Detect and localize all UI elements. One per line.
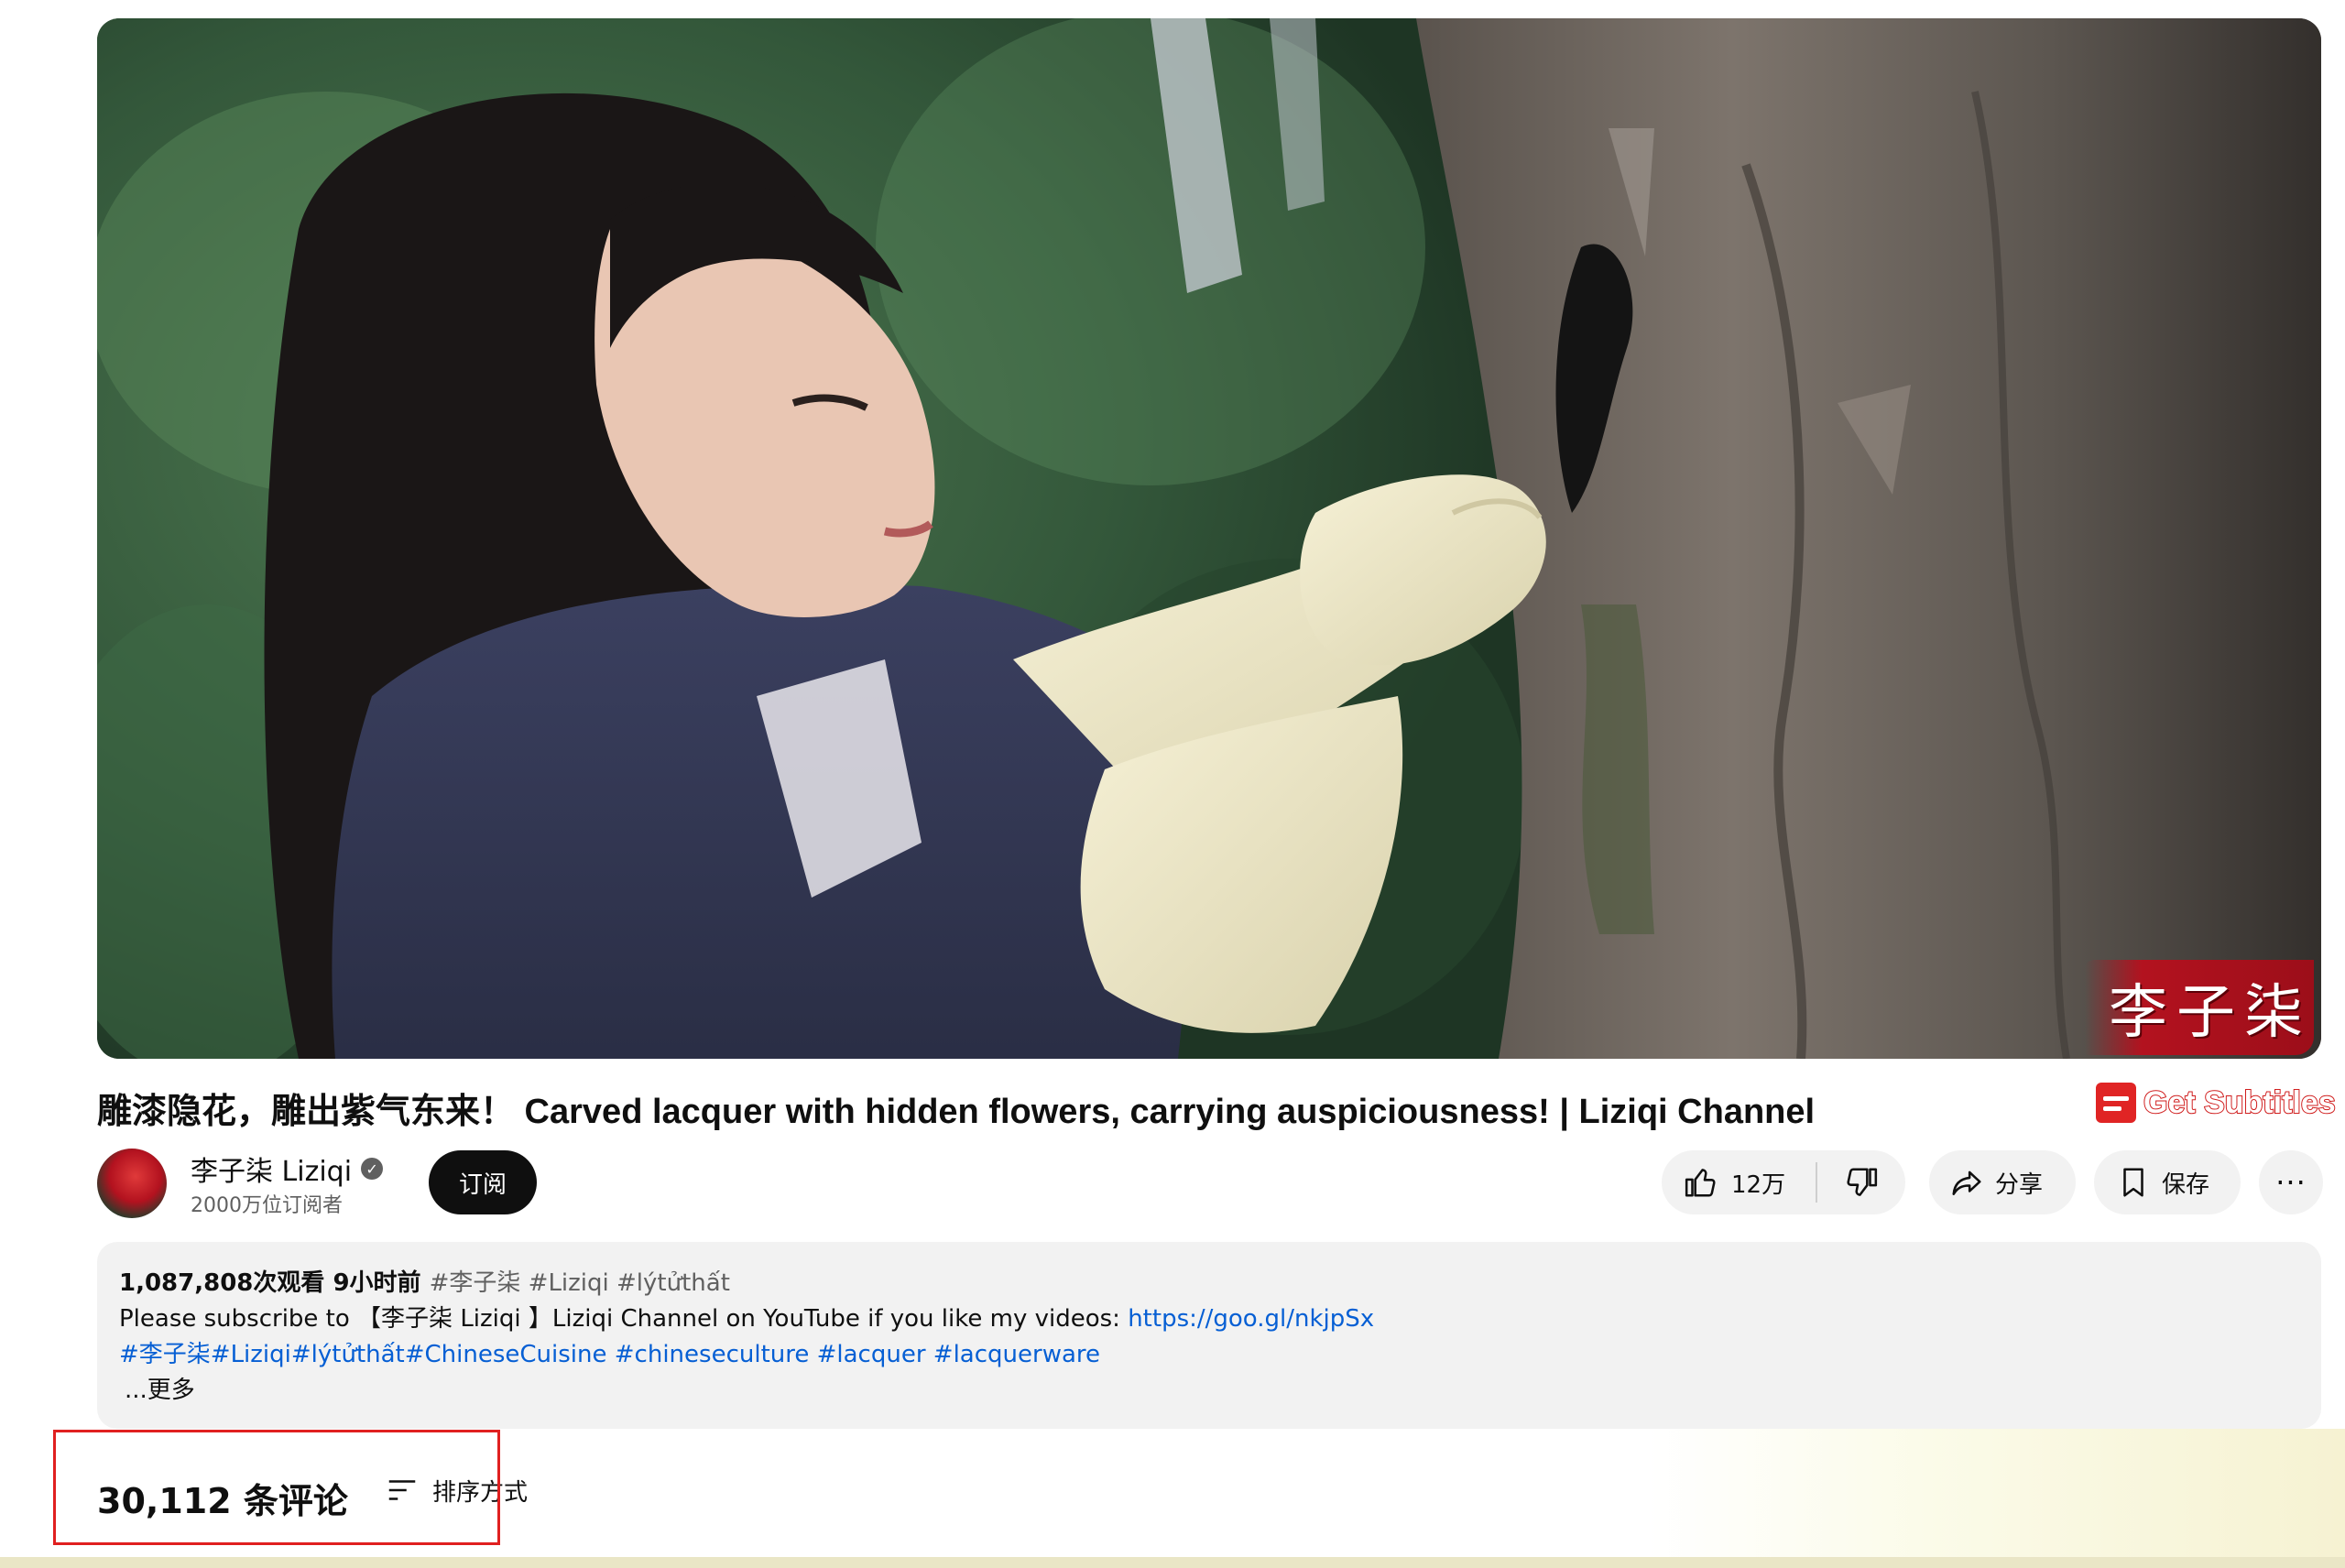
save-button[interactable]: 保存 xyxy=(2094,1150,2241,1214)
bottom-strip xyxy=(0,1557,2345,1568)
channel-watermark: 李子柒 xyxy=(2085,960,2314,1055)
description-meta: 1,087,808次观看 9小时前 #李子柒 #Liziqi #lýtửthất xyxy=(119,1266,2299,1301)
like-dislike-group: 12万 xyxy=(1662,1150,1905,1214)
like-button[interactable]: 12万 xyxy=(1662,1150,1816,1214)
video-player[interactable]: 李子柒 xyxy=(97,18,2321,1059)
description-link[interactable]: https://goo.gl/nkjpSx xyxy=(1128,1305,1374,1333)
watermark-text: 李子柒 xyxy=(2109,979,2312,1047)
thumbs-down-icon xyxy=(1847,1168,1878,1196)
get-subtitles-label: Get Subtitles xyxy=(2143,1084,2337,1121)
upload-time: 9小时前 xyxy=(333,1269,421,1297)
subscribe-button[interactable]: 订阅 xyxy=(429,1150,537,1214)
video-frame xyxy=(97,18,2321,1059)
verified-icon: ✓ xyxy=(361,1158,384,1180)
bookmark-icon xyxy=(2123,1168,2143,1197)
save-label: 保存 xyxy=(2162,1171,2210,1199)
like-count: 12万 xyxy=(1731,1171,1786,1199)
more-icon: ··· xyxy=(2275,1165,2307,1200)
thumbs-up-icon xyxy=(1685,1169,1716,1197)
hashtags-top[interactable]: #李子柒 #Liziqi #lýtửthất xyxy=(430,1269,730,1297)
description-text: Please subscribe to 【李子柒 Liziqi 】Liziqi … xyxy=(119,1305,1129,1333)
comment-count-highlight xyxy=(53,1430,500,1545)
show-more-link[interactable]: ...更多 xyxy=(119,1373,2299,1409)
description-box[interactable]: 1,087,808次观看 9小时前 #李子柒 #Liziqi #lýtửthất… xyxy=(97,1242,2321,1429)
channel-avatar[interactable] xyxy=(97,1149,167,1218)
channel-name-link[interactable]: 李子柒 Liziqi ✓ xyxy=(191,1149,384,1189)
description-hashtags[interactable]: #李子柒#Liziqi#lýtửthất#ChineseCuisine #chi… xyxy=(119,1337,2299,1373)
video-title: 雕漆隐花，雕出紫气东来！ Carved lacquer with hidden … xyxy=(97,1093,1816,1131)
get-subtitles-button[interactable]: Get Subtitles xyxy=(2096,1081,2337,1125)
footer-glow xyxy=(1649,1429,2345,1568)
more-actions-button[interactable]: ··· xyxy=(2259,1150,2323,1214)
channel-name: 李子柒 Liziqi xyxy=(191,1156,353,1188)
share-button[interactable]: 分享 xyxy=(1929,1150,2076,1214)
description-line-1: Please subscribe to 【李子柒 Liziqi 】Liziqi … xyxy=(119,1301,2299,1337)
subtitles-icon xyxy=(2096,1083,2136,1123)
share-icon xyxy=(1952,1171,1981,1195)
share-label: 分享 xyxy=(1995,1171,2044,1199)
dislike-button[interactable] xyxy=(1817,1150,1905,1214)
subscriber-count: 2000万位订阅者 xyxy=(191,1194,343,1217)
view-count: 1,087,808次观看 xyxy=(119,1269,325,1297)
